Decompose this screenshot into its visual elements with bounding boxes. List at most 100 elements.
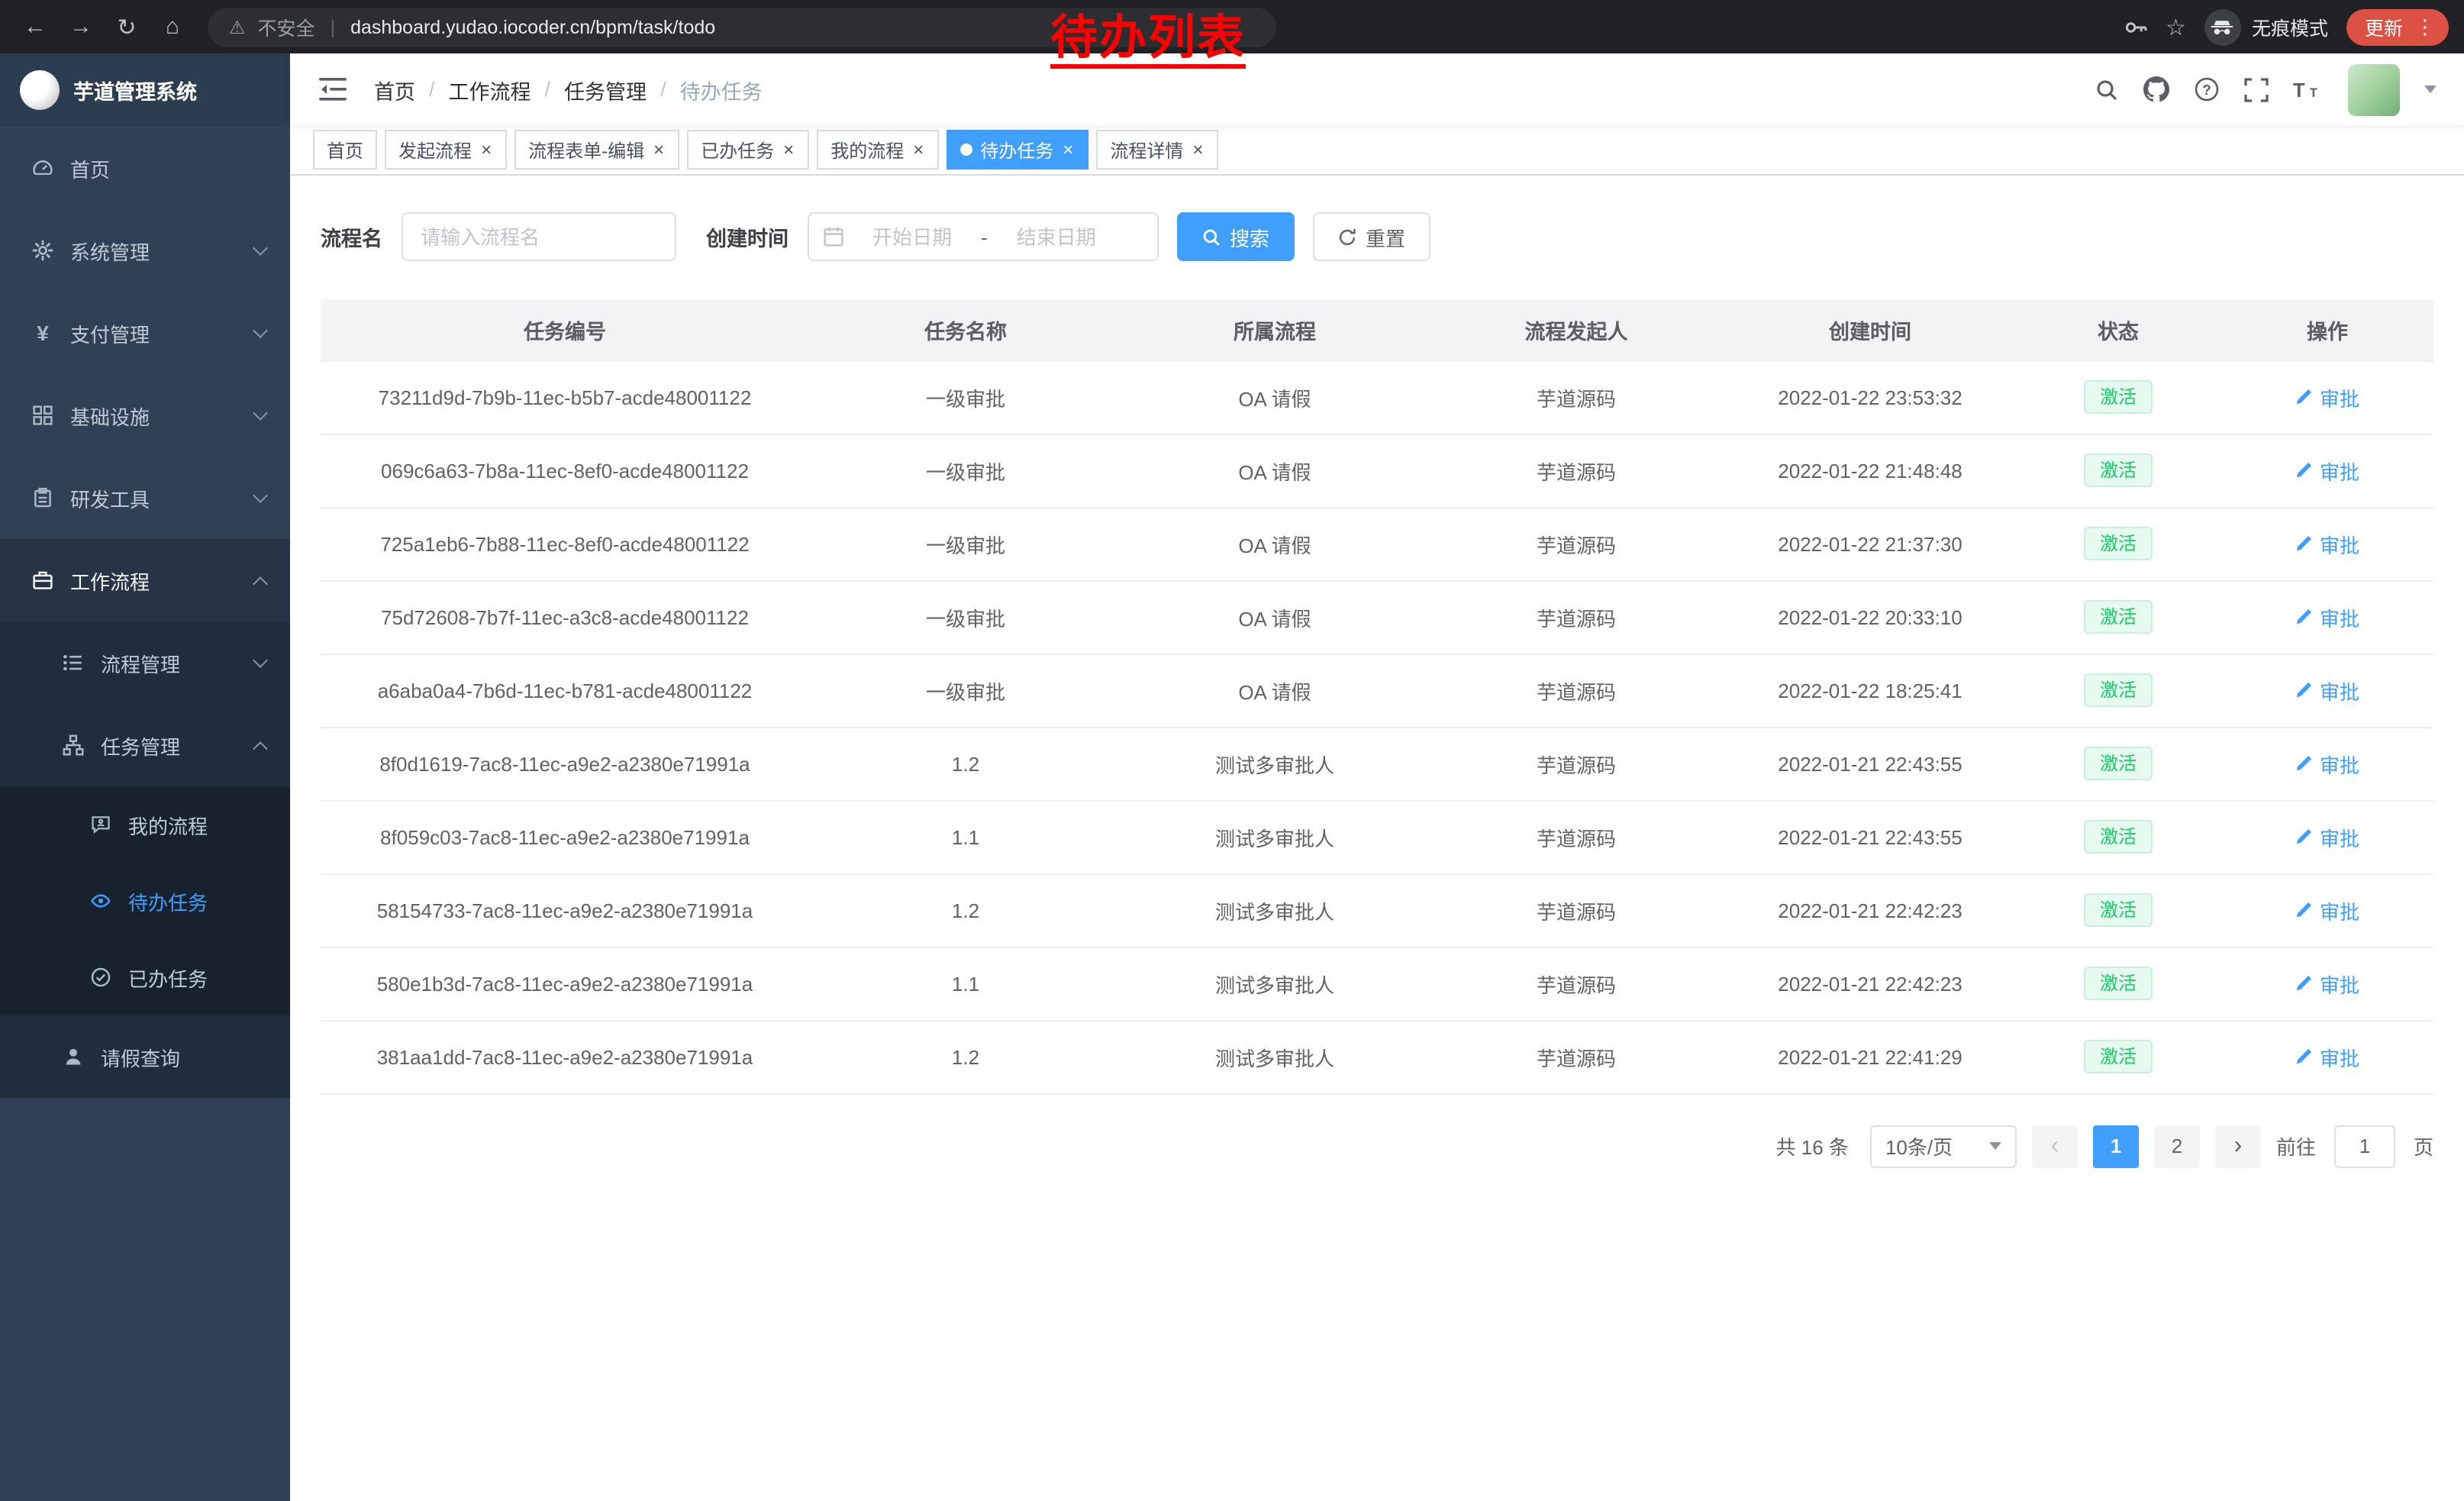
incognito-label: 无痕模式 <box>2252 12 2328 41</box>
goto-page-input[interactable] <box>2334 1125 2395 1167</box>
cell-task-id: 75d72608-7b7f-11ec-a3c8-acde48001122 <box>321 580 809 654</box>
reset-button[interactable]: 重置 <box>1312 212 1430 261</box>
close-icon[interactable]: × <box>782 140 795 159</box>
sidebar-item-leave-query[interactable]: 请假查询 <box>0 1015 290 1098</box>
total-count: 共 16 条 <box>1776 1131 1849 1160</box>
clipboard-icon <box>31 487 55 508</box>
approve-link[interactable]: 审批 <box>2295 456 2359 485</box>
cell-task-id: 8f0d1619-7ac8-11ec-a9e2-a2380e71991a <box>321 727 809 800</box>
close-icon[interactable]: × <box>479 140 493 159</box>
sidebar-item-devtools[interactable]: 研发工具 <box>0 457 290 539</box>
user-menu-caret-icon[interactable] <box>2424 86 2437 93</box>
cell-action: 审批 <box>2221 1020 2433 1093</box>
fullscreen-icon[interactable] <box>2244 77 2269 102</box>
end-date-input[interactable] <box>994 225 1119 248</box>
chevron-up-icon <box>253 576 268 591</box>
chat-user-icon <box>89 814 113 835</box>
password-key-icon[interactable] <box>2123 15 2147 39</box>
tab-my-process[interactable]: 我的流程 × <box>817 130 939 169</box>
cell-task-name: 一级审批 <box>809 654 1122 727</box>
close-icon[interactable]: × <box>911 140 925 159</box>
start-date-input[interactable] <box>850 225 975 248</box>
approve-link[interactable]: 审批 <box>2295 969 2359 998</box>
chevron-down-icon <box>253 240 268 256</box>
list-icon <box>61 652 85 673</box>
tab-process-detail[interactable]: 流程详情 × <box>1096 130 1218 169</box>
approve-link[interactable]: 审批 <box>2295 822 2359 851</box>
eye-icon <box>89 890 113 912</box>
sidebar-toggle-icon[interactable] <box>313 72 353 107</box>
browser-menu-icon[interactable]: ⋮ <box>2415 15 2435 39</box>
next-page-button[interactable]: › <box>2215 1125 2261 1167</box>
breadcrumb-separator: / <box>545 78 551 101</box>
edit-icon <box>2295 901 2314 919</box>
sidebar-item-home[interactable]: 首页 <box>0 127 290 209</box>
table-header-row: 任务编号 任务名称 所属流程 流程发起人 创建时间 状态 操作 <box>321 299 2433 360</box>
approve-link[interactable]: 审批 <box>2295 749 2359 778</box>
edit-icon <box>2295 534 2314 553</box>
tab-start-process[interactable]: 发起流程 × <box>385 130 507 169</box>
tab-done-tasks[interactable]: 已办任务 × <box>687 130 809 169</box>
tab-form-edit[interactable]: 流程表单-编辑 × <box>514 130 679 169</box>
help-icon[interactable]: ? <box>2194 76 2220 102</box>
close-icon[interactable]: × <box>1191 140 1205 159</box>
cell-starter: 芋道源码 <box>1427 434 1725 507</box>
cell-starter: 芋道源码 <box>1427 360 1725 434</box>
approve-link[interactable]: 审批 <box>2295 529 2359 558</box>
approve-link[interactable]: 审批 <box>2295 1042 2359 1071</box>
process-name-label: 流程名 <box>321 221 382 252</box>
cell-task-name: 一级审批 <box>809 360 1122 434</box>
close-icon[interactable]: × <box>652 140 666 159</box>
sidebar-item-payment[interactable]: ¥ 支付管理 <box>0 292 290 374</box>
breadcrumb-home[interactable]: 首页 <box>374 74 415 105</box>
sidebar-item-label: 我的流程 <box>128 810 208 839</box>
sidebar-item-task-management[interactable]: 任务管理 <box>0 704 290 786</box>
search-button[interactable]: 搜索 <box>1176 212 1294 261</box>
page-button-1[interactable]: 1 <box>2093 1125 2139 1167</box>
cell-action: 审批 <box>2221 580 2433 654</box>
sidebar-item-label: 流程管理 <box>101 648 180 677</box>
sidebar-item-done-tasks[interactable]: 已办任务 <box>0 939 290 1015</box>
cell-task-id: 069c6a63-7b8a-11ec-8ef0-acde48001122 <box>321 434 809 507</box>
cell-process: 测试多审批人 <box>1122 1020 1427 1093</box>
cell-starter: 芋道源码 <box>1427 947 1725 1020</box>
approve-link[interactable]: 审批 <box>2295 602 2359 631</box>
date-range-picker[interactable]: - <box>807 212 1158 261</box>
approve-link[interactable]: 审批 <box>2295 383 2359 412</box>
sidebar-item-todo-tasks[interactable]: 待办任务 <box>0 863 290 939</box>
browser-home-button[interactable]: ⌂ <box>153 7 192 47</box>
browser-reload-button[interactable]: ↻ <box>107 7 147 47</box>
prev-page-button[interactable]: ‹ <box>2032 1125 2078 1167</box>
col-actions: 操作 <box>2221 299 2433 360</box>
sidebar-item-infrastructure[interactable]: 基础设施 <box>0 374 290 457</box>
page-size-select[interactable]: 10条/页 <box>1870 1125 2017 1167</box>
breadcrumb-task-management[interactable]: 任务管理 <box>564 74 647 105</box>
sidebar-item-process-management[interactable]: 流程管理 <box>0 621 290 704</box>
main-content: 流程名 创建时间 - 搜索 重置 <box>290 176 2464 1501</box>
tab-todo-tasks[interactable]: 待办任务 × <box>947 130 1088 169</box>
chrome-update-button[interactable]: 更新 ⋮ <box>2346 8 2449 45</box>
search-icon[interactable] <box>2095 77 2119 102</box>
tab-home[interactable]: 首页 <box>313 130 377 169</box>
user-avatar[interactable] <box>2348 63 2400 115</box>
sidebar-item-workflow[interactable]: 工作流程 <box>0 539 290 621</box>
approve-link[interactable]: 审批 <box>2295 896 2359 925</box>
breadcrumb-workflow[interactable]: 工作流程 <box>449 74 531 105</box>
font-size-icon[interactable]: TT <box>2293 78 2324 101</box>
approve-link[interactable]: 审批 <box>2295 676 2359 705</box>
sidebar-item-system[interactable]: 系统管理 <box>0 209 290 292</box>
sidebar-item-my-process[interactable]: 我的流程 <box>0 786 290 863</box>
briefcase-icon <box>31 570 55 591</box>
browser-back-button[interactable]: ← <box>15 7 55 47</box>
cell-starter: 芋道源码 <box>1427 654 1725 727</box>
sidebar-logo[interactable]: 芋道管理系统 <box>0 53 290 127</box>
page-button-2[interactable]: 2 <box>2154 1125 2200 1167</box>
close-icon[interactable]: × <box>1061 140 1075 159</box>
col-process: 所属流程 <box>1122 299 1427 360</box>
browser-forward-button[interactable]: → <box>61 7 101 47</box>
table-row: 725a1eb6-7b88-11ec-8ef0-acde48001122 一级审… <box>321 507 2433 580</box>
process-name-input[interactable] <box>401 212 676 261</box>
github-icon[interactable] <box>2143 76 2169 102</box>
bookmark-star-icon[interactable]: ☆ <box>2166 13 2186 40</box>
cell-starter: 芋道源码 <box>1427 507 1725 580</box>
